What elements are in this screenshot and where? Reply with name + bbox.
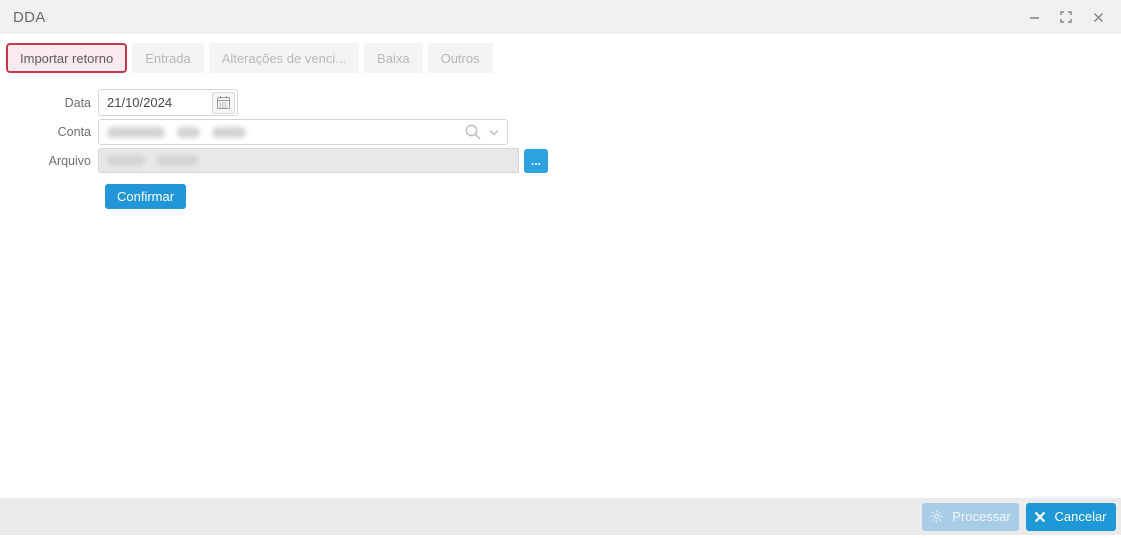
- cancel-button-label: Cancelar: [1054, 509, 1107, 524]
- conta-redacted-value: [99, 126, 246, 138]
- tab-bar: Importar retorno Entrada Alterações de v…: [0, 34, 1121, 73]
- chevron-down-icon[interactable]: [489, 129, 499, 136]
- window-controls: [1025, 8, 1107, 26]
- arquivo-label: Arquivo: [48, 153, 91, 168]
- data-label: Data: [64, 95, 91, 110]
- tab-alteracoes-de-vencimento[interactable]: Alterações de venci...: [208, 43, 360, 73]
- tab-entrada[interactable]: Entrada: [132, 43, 204, 73]
- process-button[interactable]: Processar: [922, 502, 1019, 531]
- import-form: Data Conta: [0, 73, 1121, 209]
- cancel-button[interactable]: Cancelar: [1026, 502, 1116, 531]
- calendar-icon[interactable]: [212, 91, 235, 114]
- arquivo-row: Arquivo ...: [0, 148, 1121, 173]
- footer-bar: Processar Cancelar: [0, 498, 1121, 535]
- search-icon[interactable]: [464, 123, 482, 141]
- process-button-label: Processar: [952, 509, 1011, 524]
- confirm-button[interactable]: Confirmar: [105, 184, 187, 209]
- minimize-icon[interactable]: [1025, 8, 1043, 26]
- tab-baixa[interactable]: Baixa: [364, 43, 423, 73]
- arquivo-redacted-value: [99, 155, 199, 166]
- tab-outros[interactable]: Outros: [427, 43, 493, 73]
- gear-icon: [930, 510, 943, 523]
- conta-field[interactable]: [98, 119, 508, 145]
- tab-importar-retorno[interactable]: Importar retorno: [6, 43, 128, 73]
- data-row: Data: [0, 89, 1121, 116]
- conta-row: Conta: [0, 119, 1121, 145]
- titlebar: DDA: [0, 0, 1121, 34]
- data-input[interactable]: [99, 95, 212, 110]
- window-title: DDA: [13, 8, 46, 26]
- close-icon[interactable]: [1089, 8, 1107, 26]
- browse-file-button[interactable]: ...: [524, 148, 548, 173]
- x-icon: [1035, 511, 1046, 522]
- maximize-icon[interactable]: [1057, 8, 1075, 26]
- conta-label: Conta: [57, 125, 91, 139]
- dda-window: DDA Importar retorno Entrada Alterações …: [0, 0, 1121, 538]
- arquivo-field: [98, 148, 519, 173]
- data-field: [98, 89, 238, 116]
